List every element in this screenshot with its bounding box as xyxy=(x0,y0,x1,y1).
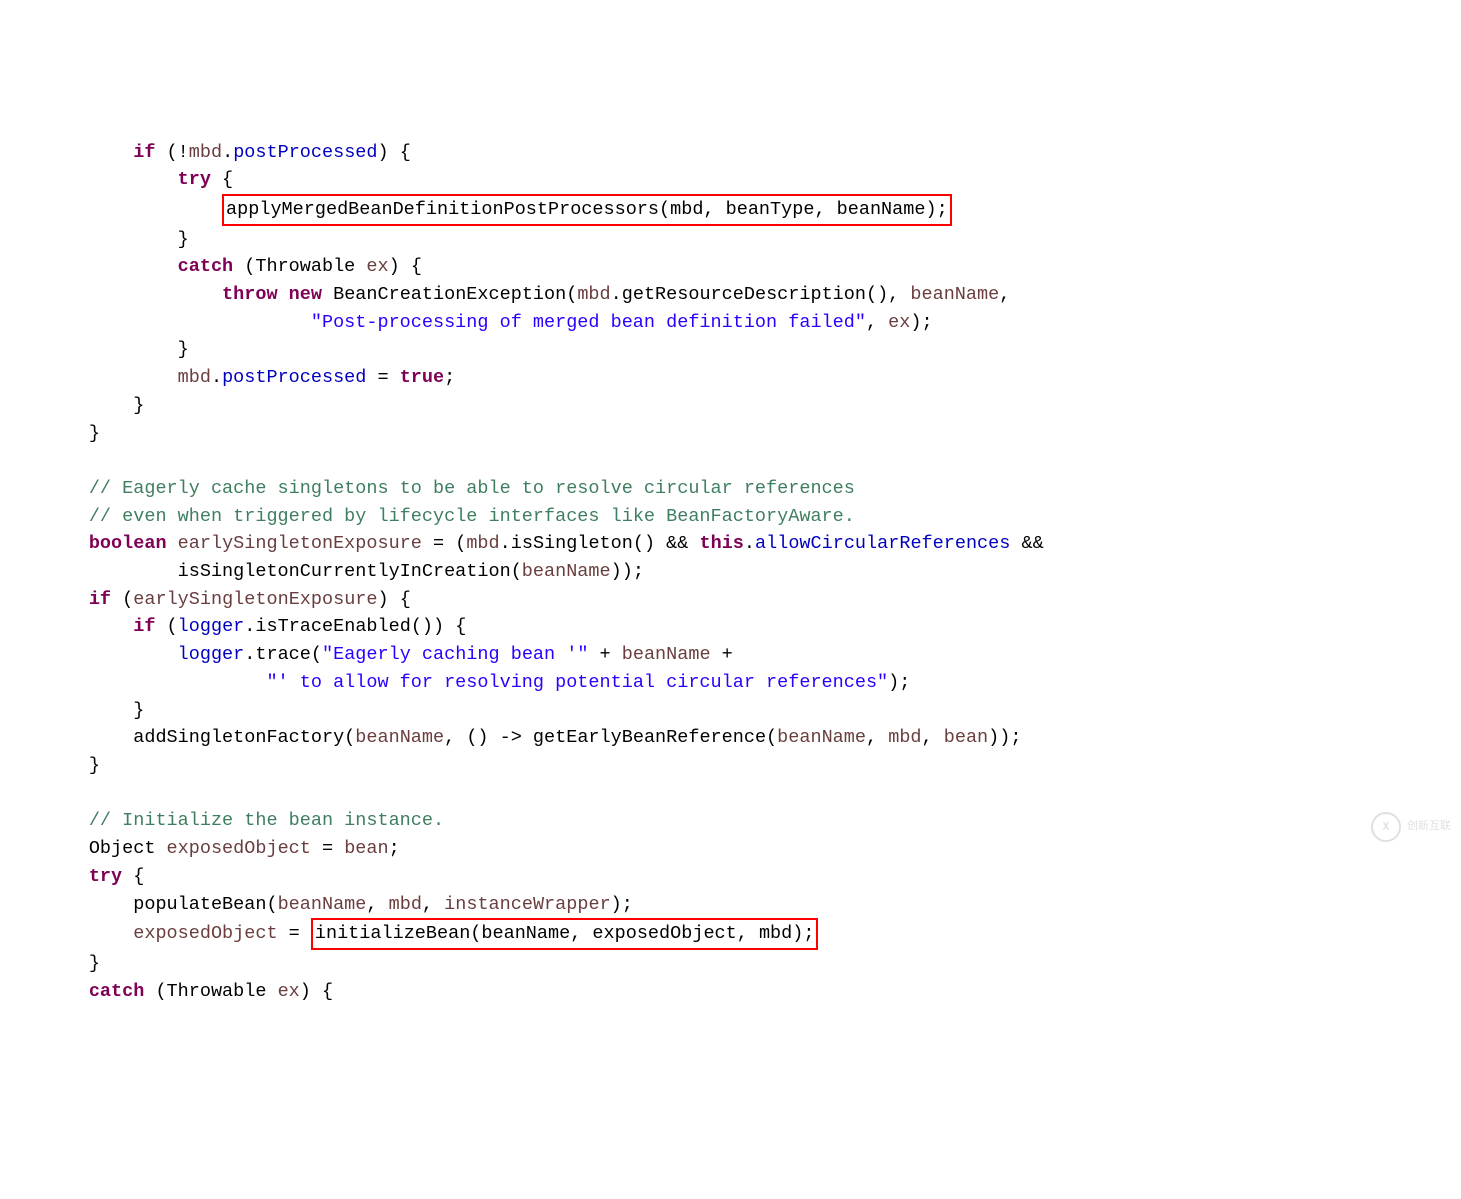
code-line: "' to allow for resolving potential circ… xyxy=(0,672,910,693)
code-line: "Post-processing of merged bean definiti… xyxy=(0,312,933,333)
code-line: throw new BeanCreationException(mbd.getR… xyxy=(0,284,1010,305)
code-line: } xyxy=(0,395,144,416)
code-line: try { xyxy=(0,169,233,190)
code-line: } xyxy=(0,339,189,360)
code-line: // Eagerly cache singletons to be able t… xyxy=(0,478,855,499)
code-line: catch (Throwable ex) { xyxy=(0,981,333,1002)
code-line: logger.trace("Eagerly caching bean '" + … xyxy=(0,644,733,665)
watermark: ☓ 创新互联 xyxy=(1371,812,1451,842)
code-line: if (!mbd.postProcessed) { xyxy=(0,142,411,163)
code-line: isSingletonCurrentlyInCreation(beanName)… xyxy=(0,561,644,582)
code-line: populateBean(beanName, mbd, instanceWrap… xyxy=(0,894,633,915)
highlighted-call-2: initializeBean(beanName, exposedObject, … xyxy=(311,918,819,950)
code-line: if (logger.isTraceEnabled()) { xyxy=(0,616,466,637)
code-line: try { xyxy=(0,866,144,887)
code-line: } xyxy=(0,229,189,250)
watermark-logo-icon: ☓ xyxy=(1371,812,1401,842)
code-line: if (earlySingletonExposure) { xyxy=(0,589,411,610)
code-line: boolean earlySingletonExposure = (mbd.is… xyxy=(0,533,1044,554)
code-block: if (!mbd.postProcessed) { try { applyMer… xyxy=(0,111,1461,1006)
code-line: // Initialize the bean instance. xyxy=(0,810,444,831)
code-line: // even when triggered by lifecycle inte… xyxy=(0,506,855,527)
code-line: addSingletonFactory(beanName, () -> getE… xyxy=(0,727,1021,748)
code-line: } xyxy=(0,700,144,721)
highlighted-call-1: applyMergedBeanDefinitionPostProcessors(… xyxy=(222,194,952,226)
code-line: applyMergedBeanDefinitionPostProcessors(… xyxy=(0,199,952,220)
code-line: exposedObject = initializeBean(beanName,… xyxy=(0,923,818,944)
code-line: mbd.postProcessed = true; xyxy=(0,367,455,388)
code-line: catch (Throwable ex) { xyxy=(0,256,422,277)
code-line: } xyxy=(0,953,100,974)
code-line: } xyxy=(0,755,100,776)
code-line: Object exposedObject = bean; xyxy=(0,838,400,859)
watermark-text: 创新互联 xyxy=(1407,813,1451,841)
code-line: } xyxy=(0,423,100,444)
